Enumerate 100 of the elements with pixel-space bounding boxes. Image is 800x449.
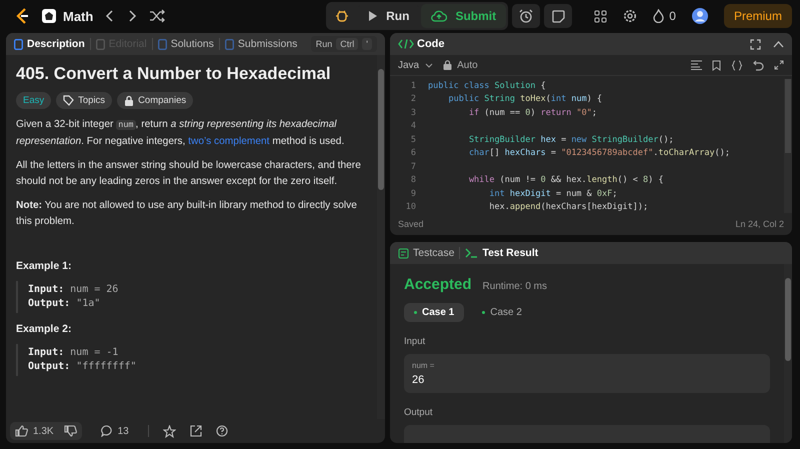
lock-icon xyxy=(124,95,134,106)
tab-icon xyxy=(96,38,105,50)
collapse-icon[interactable] xyxy=(773,40,784,48)
tab-icon xyxy=(14,38,23,50)
reset-icon[interactable] xyxy=(753,60,764,70)
line-number: 5 xyxy=(410,134,416,145)
tab-icon xyxy=(224,38,234,50)
code-line[interactable]: char[] hexChars = "0123456789abcdef".toCharArray(); xyxy=(428,148,730,158)
chevron-down-icon xyxy=(425,62,434,68)
code-line[interactable]: while (num != 0 && hex.length() < 8) { xyxy=(428,175,664,186)
premium-button[interactable]: Premium xyxy=(724,4,792,28)
list-icon xyxy=(42,9,56,23)
code-icon xyxy=(398,39,414,49)
line-number: 3 xyxy=(410,108,416,118)
terminal-icon xyxy=(465,248,478,258)
lock-icon xyxy=(443,60,452,70)
avatar-icon[interactable] xyxy=(692,8,708,24)
cursor-position: Ln 24, Col 2 xyxy=(735,219,784,229)
panel-tab[interactable]: Solutions xyxy=(158,38,214,50)
example-line: Output: "ffffffff" xyxy=(28,360,138,374)
grid-icon[interactable] xyxy=(594,10,608,22)
checklist-icon xyxy=(398,248,409,258)
panel-tab[interactable]: Test Result xyxy=(465,247,538,259)
example-heading: Example 2: xyxy=(16,323,72,335)
line-number: 6 xyxy=(410,148,416,158)
fullscreen-icon[interactable] xyxy=(750,38,761,50)
verdict-label: Accepted xyxy=(404,276,472,293)
example-line: Input: num = 26 xyxy=(28,283,120,297)
submit-button[interactable]: Submit xyxy=(421,4,506,28)
line-number: 9 xyxy=(410,188,416,199)
format-icon[interactable] xyxy=(691,60,702,70)
note-button[interactable] xyxy=(544,4,572,28)
previous-icon[interactable] xyxy=(105,9,116,23)
mode-label: Auto xyxy=(443,60,478,70)
keyboard-key: ' xyxy=(362,38,372,50)
variable-value: 26 xyxy=(412,374,426,386)
code-line[interactable]: hex.append(hexChars[hexDigit]); xyxy=(428,202,648,212)
thumbs-down-icon xyxy=(64,425,77,437)
bug-icon xyxy=(335,9,350,23)
comments-button[interactable]: 13 xyxy=(96,422,134,440)
save-status: Saved xyxy=(398,219,424,229)
line-number: 2 xyxy=(410,94,416,104)
line-number: 8 xyxy=(410,175,416,186)
description-paragraph: Note: You are not allowed to use any built-in library method to directly solve this problem. xyxy=(16,199,358,228)
tag-icon xyxy=(63,95,74,106)
shuffle-icon[interactable] xyxy=(149,9,166,23)
tab-icon xyxy=(158,38,167,50)
next-icon[interactable] xyxy=(127,9,138,23)
play-icon xyxy=(368,10,378,22)
timer-button[interactable] xyxy=(512,4,540,28)
code-line[interactable]: StringBuilder hex = new StringBuilder(); xyxy=(428,134,674,145)
speech-bubble-icon xyxy=(100,425,113,437)
runtime-label: Runtime: 0 ms xyxy=(482,281,547,292)
star-icon[interactable] xyxy=(162,424,176,438)
settings-icon[interactable] xyxy=(623,9,638,23)
alarm-clock-icon xyxy=(519,9,534,23)
difficulty-badge: Easy xyxy=(16,92,52,109)
scrollbar[interactable] xyxy=(784,264,792,443)
code-line[interactable]: if (num == 0) return "0"; xyxy=(428,108,597,118)
thumbs-up-icon xyxy=(15,425,28,437)
tag-button[interactable]: Companies xyxy=(117,92,194,109)
line-number: 4 xyxy=(410,121,416,132)
line-number: 10 xyxy=(404,202,416,212)
panel-tab[interactable]: Testcase xyxy=(398,247,454,259)
tag-button[interactable]: Topics xyxy=(56,92,112,109)
description-paragraph: Given a 32-bit integer num , return a string representing its hexadecimal representation. For negative integers, two’s complement method is used. xyxy=(16,118,346,148)
variable-name: num = xyxy=(412,361,436,370)
description-paragraph: All the letters in the answer string should be lowercase characters, and there should not be any leading zeros in the answer except for the zero itself. xyxy=(16,159,362,188)
streak-counter[interactable]: 0 xyxy=(653,9,676,23)
example-line: Input: num = -1 xyxy=(28,346,120,360)
section-label: Input xyxy=(404,336,426,347)
case-tab[interactable]: Case 1 xyxy=(404,303,464,322)
panel-title: Code xyxy=(398,38,444,50)
panel-tab[interactable]: Description xyxy=(14,38,85,50)
note-icon xyxy=(552,10,565,22)
scrollbar[interactable] xyxy=(377,55,385,419)
case-tab[interactable]: Case 2 xyxy=(472,303,532,322)
problem-title: 405. Convert a Number to Hexadecimal xyxy=(16,64,332,84)
scrollbar[interactable] xyxy=(784,79,792,213)
section-label: Output xyxy=(404,407,434,418)
code-line[interactable]: public String toHex(int num) { xyxy=(428,94,602,104)
example-heading: Example 1: xyxy=(16,260,72,272)
tooltip-label: Run xyxy=(316,39,332,49)
line-number: 7 xyxy=(410,162,416,172)
braces-icon[interactable] xyxy=(731,60,743,70)
code-line[interactable]: public class Solution { xyxy=(428,80,546,91)
line-number: 1 xyxy=(410,80,416,91)
language-dropdown[interactable]: Java xyxy=(398,60,434,70)
share-icon[interactable] xyxy=(190,425,202,437)
code-line[interactable]: int hexDigit = num & 0xF; xyxy=(428,188,618,199)
bookmark-icon[interactable] xyxy=(712,60,721,70)
keyboard-key: Ctrl xyxy=(336,38,358,50)
panel-tab[interactable]: Submissions xyxy=(224,38,298,50)
logo-icon[interactable] xyxy=(14,7,30,25)
cloud-upload-icon xyxy=(431,10,448,22)
expand-icon[interactable] xyxy=(774,60,784,70)
help-icon[interactable] xyxy=(216,425,228,437)
text-link[interactable]: two’s complement xyxy=(188,136,270,146)
flame-icon xyxy=(653,9,664,23)
problem-list-button[interactable]: Math xyxy=(42,8,94,24)
